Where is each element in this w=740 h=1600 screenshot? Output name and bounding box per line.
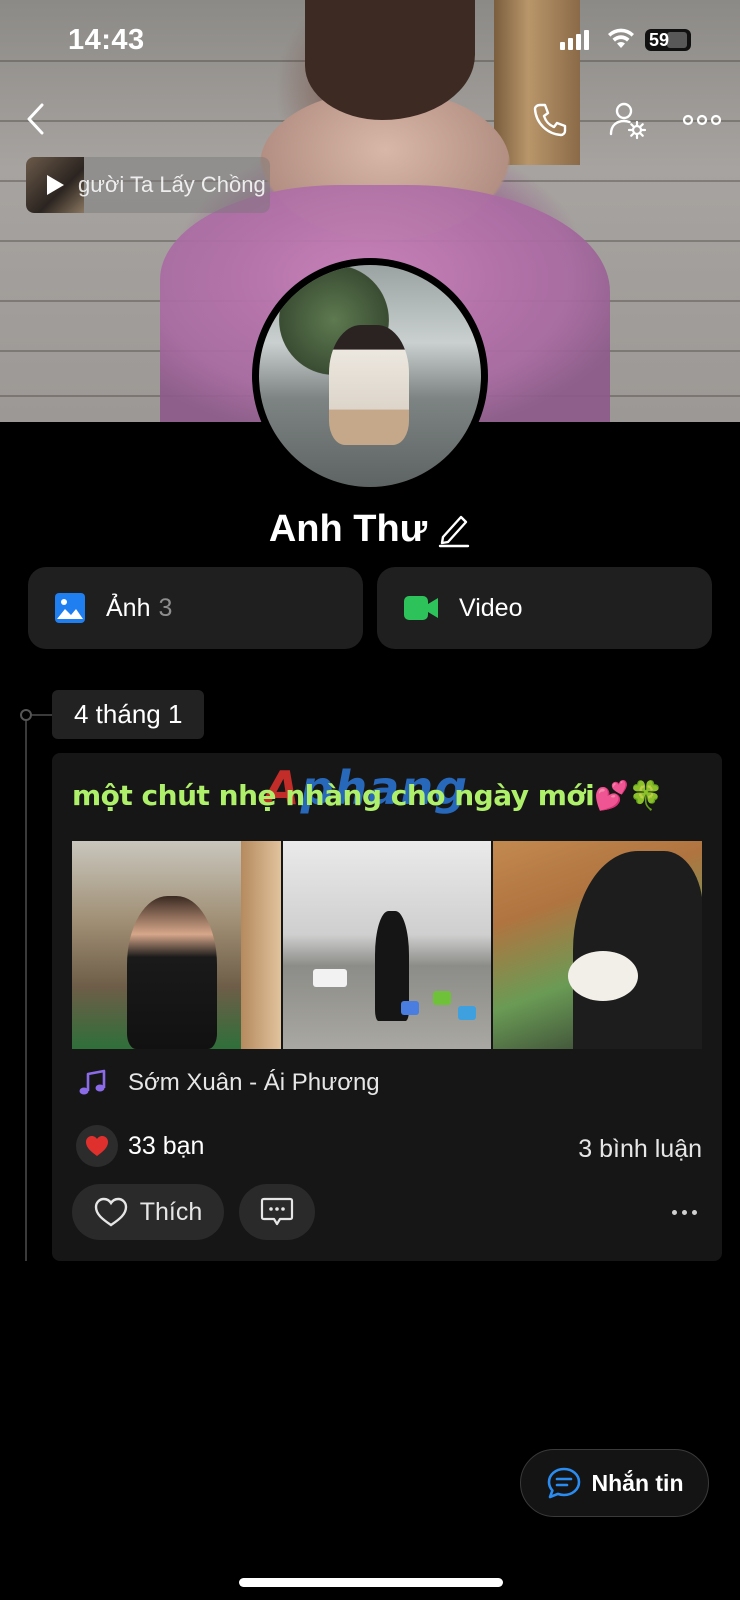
photos-button[interactable]: Ảnh 3 xyxy=(28,567,363,649)
image-icon xyxy=(55,593,85,623)
profile-name: Anh Thư xyxy=(268,508,428,550)
post-photo-grid xyxy=(72,841,703,1049)
heart-outline-icon xyxy=(94,1197,127,1227)
edit-name-button[interactable] xyxy=(437,512,471,548)
music-title: gười Ta Lấy Chồng xyxy=(78,172,266,197)
profile-settings-button[interactable] xyxy=(606,98,650,142)
home-indicator[interactable] xyxy=(239,1578,503,1587)
send-message-label: Nhắn tin xyxy=(591,1469,684,1496)
send-message-button[interactable]: Nhắn tin xyxy=(520,1449,709,1517)
reactions-count: 33 bạn xyxy=(128,1131,205,1160)
status-time: 14:43 xyxy=(68,24,145,56)
post-photo[interactable] xyxy=(72,841,281,1049)
post-card[interactable]: Aphang một chút nhẹ nhàng cho ngày mới💕🍀… xyxy=(52,753,722,1261)
avatar[interactable] xyxy=(252,258,488,494)
post-song[interactable]: Sớm Xuân - Ái Phương xyxy=(78,1069,380,1097)
video-camera-icon xyxy=(404,596,438,620)
more-options-button[interactable] xyxy=(680,108,724,132)
timeline-date: 4 tháng 1 xyxy=(52,690,205,739)
music-thumbnail[interactable] xyxy=(26,157,84,213)
comment-button[interactable] xyxy=(239,1184,315,1240)
timeline-line xyxy=(25,716,27,1261)
heart-icon xyxy=(86,1136,108,1156)
play-icon xyxy=(47,175,64,195)
back-button[interactable] xyxy=(20,100,52,138)
more-icon xyxy=(682,114,722,126)
music-note-icon xyxy=(79,1069,106,1095)
signal-icon xyxy=(560,30,589,50)
post-text: một chút nhẹ nhàng cho ngày mới💕🍀 xyxy=(72,779,664,812)
chat-bubble-icon xyxy=(547,1467,580,1499)
back-icon xyxy=(27,103,44,135)
song-title: Sớm Xuân - Ái Phương xyxy=(128,1069,380,1096)
like-button[interactable]: Thích xyxy=(72,1184,224,1240)
like-label: Thích xyxy=(139,1197,203,1226)
wifi-icon xyxy=(606,28,636,55)
reactions-summary[interactable]: 33 bạn xyxy=(76,1125,204,1167)
photos-count: 3 xyxy=(158,593,173,622)
videos-button[interactable]: Video xyxy=(377,567,712,649)
user-settings-icon xyxy=(609,102,647,140)
profile-music-player[interactable]: gười Ta Lấy Chồng xyxy=(26,157,270,213)
timeline-dot xyxy=(20,709,32,721)
post-more-button[interactable] xyxy=(664,1197,704,1227)
photos-label: Ảnh xyxy=(106,593,151,622)
battery-level: 59 xyxy=(649,29,670,50)
phone-icon xyxy=(533,103,567,137)
videos-label: Video xyxy=(459,593,523,622)
call-button[interactable] xyxy=(530,100,570,140)
post-photo[interactable] xyxy=(282,841,492,1049)
comment-icon xyxy=(260,1197,294,1226)
battery-icon: 59 xyxy=(645,29,691,51)
edit-pencil-icon xyxy=(438,515,470,547)
post-photo[interactable] xyxy=(493,841,703,1049)
profile-name-row: Anh Thư xyxy=(0,508,740,551)
comments-count[interactable]: 3 bình luận xyxy=(578,1135,702,1164)
